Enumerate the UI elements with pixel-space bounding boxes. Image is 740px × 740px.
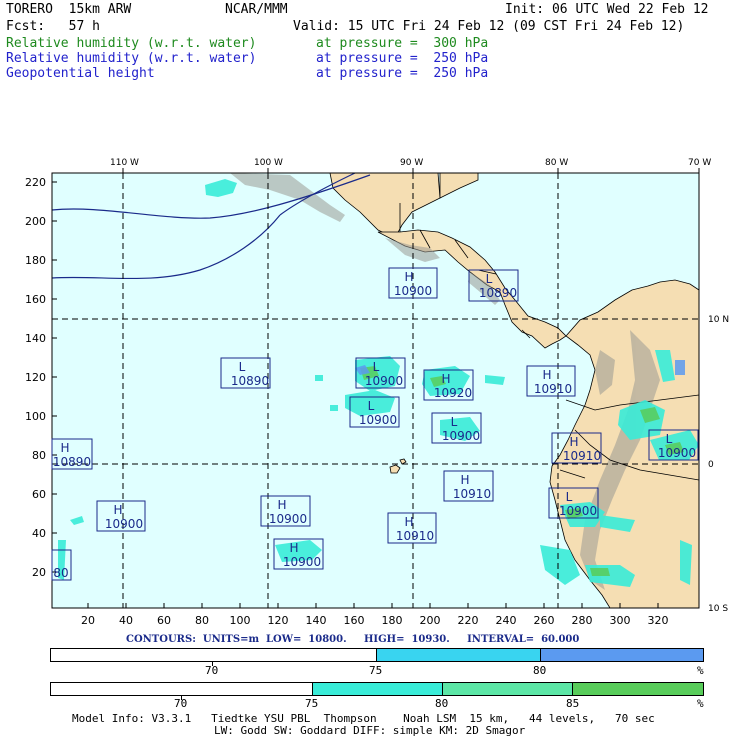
- hl-letter: H: [542, 368, 551, 382]
- model-info-line-2: LW: Godd SW: Goddard DIFF: simple KM: 2D…: [214, 724, 526, 737]
- colorbar-2-seg-lightgreen: [443, 683, 573, 695]
- hl-letter: H: [441, 372, 450, 386]
- colorbar-2-label-70: 70: [174, 697, 188, 710]
- hl-letter: L: [239, 360, 246, 374]
- hl-value: 10900: [559, 504, 597, 518]
- colorbar-2-label-85: 85: [566, 697, 580, 710]
- y-tick-200: 200: [25, 215, 46, 228]
- hl-letter: L: [566, 490, 573, 504]
- colorbar-1-seg-white: [51, 649, 377, 661]
- colorbar-2-label-80: 80: [435, 697, 449, 710]
- hl-letter: H: [404, 270, 413, 284]
- hl-letter: L: [666, 432, 673, 446]
- hl-value: 10900: [394, 284, 432, 298]
- hl-letter: H: [277, 498, 286, 512]
- y-tick-40: 40: [32, 527, 46, 540]
- lon-label-90w: 90 W: [400, 158, 423, 168]
- y-tick-80: 80: [32, 449, 46, 462]
- hl-value: 10900: [105, 517, 143, 531]
- x-tick-220: 220: [458, 614, 479, 627]
- hl-value: 10910: [396, 529, 434, 543]
- y-tick-100: 100: [25, 410, 46, 423]
- colorbar-2-label-pct: %: [697, 697, 704, 710]
- hl-letter: H: [289, 541, 298, 555]
- hl-letter: H: [113, 503, 122, 517]
- y-tick-140: 140: [25, 332, 46, 345]
- y-tick-20: 20: [32, 566, 46, 579]
- y-tick-60: 60: [32, 488, 46, 501]
- colorbar-1-label-80: 80: [533, 664, 547, 677]
- contours-summary: CONTOURS: UNITS=m LOW= 10800. HIGH= 1093…: [126, 634, 580, 645]
- hl-value: 10900: [365, 374, 403, 388]
- hl-letter: L: [368, 399, 375, 413]
- hl-value: 10900: [658, 446, 696, 460]
- x-tick-180: 180: [382, 614, 403, 627]
- x-tick-120: 120: [268, 614, 289, 627]
- x-tick-200: 200: [420, 614, 441, 627]
- x-tick-100: 100: [230, 614, 251, 627]
- y-tick-220: 220: [25, 176, 46, 189]
- y-axis: 220 200 180 160 140 120 100 80 60 40 20: [25, 176, 46, 579]
- x-tick-260: 260: [534, 614, 555, 627]
- x-axis: 20 40 60 80 100 120 140 160 180 200 220 …: [81, 614, 669, 627]
- colorbar-1-label-pct: %: [697, 664, 704, 677]
- x-tick-140: 140: [306, 614, 327, 627]
- lon-label-100w: 100 W: [254, 158, 283, 168]
- colorbar-2-seg-green: [573, 683, 703, 695]
- y-tick-180: 180: [25, 254, 46, 267]
- x-tick-320: 320: [648, 614, 669, 627]
- colorbar-1-seg-cyan: [377, 649, 541, 661]
- x-tick-20: 20: [81, 614, 95, 627]
- model-info-line-1: Model Info: V3.3.1 Tiedtke YSU PBL Thomp…: [72, 712, 655, 725]
- colorbar-1-seg-blue: [541, 649, 703, 661]
- y-tick-120: 120: [25, 371, 46, 384]
- lon-label-80w: 80 W: [545, 158, 568, 168]
- hl-value: 10890: [231, 374, 269, 388]
- colorbar-rh-250: [50, 648, 704, 662]
- hl-letter: H: [404, 515, 413, 529]
- x-tick-240: 240: [496, 614, 517, 627]
- colorbar-1-label-70: 70: [205, 664, 219, 677]
- hl-letter: H: [60, 441, 69, 455]
- hl-value: 10890: [53, 455, 91, 469]
- colorbar-1-label-75: 75: [369, 664, 383, 677]
- weather-map: 110 W 100 W 90 W 80 W 70 W 10 N 0 10 S 2…: [25, 158, 729, 627]
- hl-value: 10900: [359, 413, 397, 427]
- hl-letter: H: [569, 435, 578, 449]
- hl-letter: L: [451, 415, 458, 429]
- x-tick-280: 280: [572, 614, 593, 627]
- lat-label-0: 0: [708, 460, 714, 470]
- x-tick-40: 40: [119, 614, 133, 627]
- hl-value: 10900: [442, 429, 480, 443]
- hl-letter: H: [460, 473, 469, 487]
- hl-value: 10890: [479, 286, 517, 300]
- hl-letter: L: [486, 272, 493, 286]
- hl-value: 10910: [563, 449, 601, 463]
- lon-label-110w: 110 W: [110, 158, 139, 168]
- colorbar-rh-300: [50, 682, 704, 696]
- colorbar-2-label-75: 75: [305, 697, 319, 710]
- x-tick-160: 160: [344, 614, 365, 627]
- x-tick-80: 80: [195, 614, 209, 627]
- hl-value: 10920: [434, 386, 472, 400]
- top-lon-ticks: [122, 168, 700, 173]
- colorbar-2-seg-white: [51, 683, 313, 695]
- hl-value: 80: [53, 566, 68, 580]
- colorbar-2-seg-cyan: [313, 683, 443, 695]
- y-tick-160: 160: [25, 293, 46, 306]
- hl-value: 10900: [269, 512, 307, 526]
- lat-label-10n: 10 N: [708, 315, 729, 325]
- x-tick-60: 60: [157, 614, 171, 627]
- hl-value: 10910: [534, 382, 572, 396]
- hl-value: 10900: [283, 555, 321, 569]
- hl-value: 10910: [453, 487, 491, 501]
- lon-label-70w: 70 W: [688, 158, 711, 168]
- lat-label-10s: 10 S: [708, 604, 728, 614]
- hl-letter: L: [373, 360, 380, 374]
- x-tick-300: 300: [610, 614, 631, 627]
